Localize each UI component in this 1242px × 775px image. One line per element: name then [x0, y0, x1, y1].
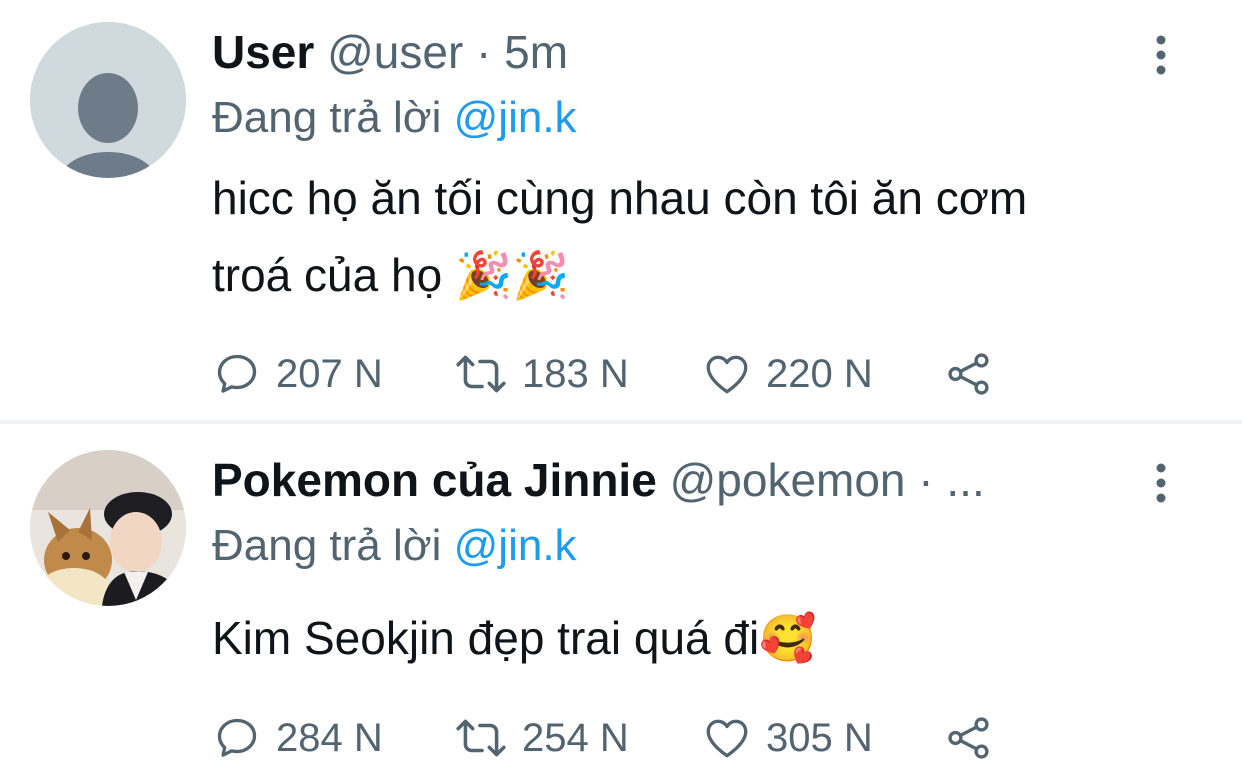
replying-to-label: Đang trả lời: [212, 521, 442, 570]
timestamp[interactable]: 5m: [504, 26, 568, 78]
retweet-button[interactable]: 254 N: [454, 708, 629, 768]
more-vertical-icon: [1156, 35, 1166, 75]
retweet-icon: [456, 355, 506, 393]
avatar[interactable]: [30, 450, 186, 606]
share-button[interactable]: [944, 344, 994, 404]
display-name[interactable]: User: [212, 26, 314, 78]
more-vertical-icon: [1156, 463, 1166, 503]
mention-link[interactable]: @jin.k: [454, 521, 577, 570]
share-icon: [948, 717, 989, 759]
like-count: 220 N: [766, 351, 873, 396]
heart-icon: [706, 719, 748, 758]
retweet-count: 254 N: [522, 715, 629, 760]
like-button[interactable]: 305 N: [702, 708, 873, 768]
separator-dot: ·: [476, 26, 492, 78]
tweet-text: Kim Seokjin đẹp trai quá đi🥰: [212, 612, 817, 664]
default-user-icon: [30, 22, 186, 178]
mention-link[interactable]: @jin.k: [454, 93, 577, 142]
reply-button[interactable]: 284 N: [212, 708, 383, 768]
more-options-button[interactable]: [1140, 30, 1182, 80]
heart-icon: [706, 355, 748, 394]
profile-photo: [30, 450, 186, 606]
user-handle[interactable]: @user: [327, 26, 463, 78]
reply-count: 207 N: [276, 351, 383, 396]
replying-to-label: Đang trả lời: [212, 93, 442, 142]
separator-dot: ·: [918, 454, 934, 506]
user-handle[interactable]: @pokemon: [670, 454, 906, 506]
reply-icon: [217, 718, 257, 757]
reply-icon: [217, 354, 257, 393]
replying-to: Đang trả lời @jin.k: [212, 518, 577, 574]
tweet-text: hicc họ ăn tối cùng nhau còn tôi ăn cơm …: [212, 172, 1028, 301]
tweet[interactable]: Pokemon của Jinnie @pokemon · ... Đang t…: [0, 424, 1242, 775]
avatar[interactable]: [30, 22, 186, 178]
share-icon: [948, 353, 989, 395]
tweet-actions: 284 N 254 N 305 N: [212, 708, 1032, 768]
retweet-icon: [456, 719, 506, 757]
tweet-actions: 207 N 183 N 220 N: [212, 344, 1032, 404]
reply-count: 284 N: [276, 715, 383, 760]
like-count: 305 N: [766, 715, 873, 760]
reply-button[interactable]: 207 N: [212, 344, 383, 404]
more-options-button[interactable]: [1140, 458, 1182, 508]
replying-to: Đang trả lời @jin.k: [212, 90, 577, 146]
like-button[interactable]: 220 N: [702, 344, 873, 404]
tweet-header: Pokemon của Jinnie @pokemon · ...: [212, 452, 985, 508]
share-button[interactable]: [944, 708, 994, 768]
tweet-header: User @user · 5m: [212, 24, 568, 80]
retweet-button[interactable]: 183 N: [454, 344, 629, 404]
tweet[interactable]: User @user · 5m Đang trả lời @jin.k hicc…: [0, 0, 1242, 420]
timestamp[interactable]: ...: [946, 454, 984, 506]
display-name[interactable]: Pokemon của Jinnie: [212, 454, 657, 506]
retweet-count: 183 N: [522, 351, 629, 396]
